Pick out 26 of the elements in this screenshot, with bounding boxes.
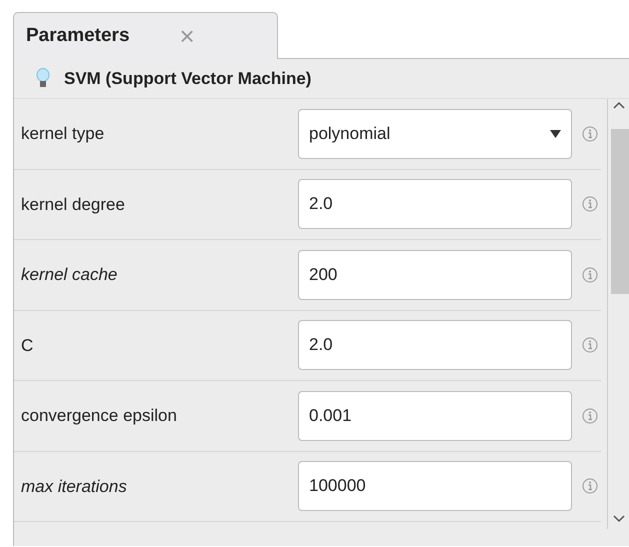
input-field[interactable]: 200 — [298, 250, 572, 300]
scrollbar-thumb[interactable] — [611, 129, 629, 294]
info-icon[interactable] — [582, 196, 598, 212]
info-icon[interactable] — [582, 478, 598, 494]
parameter-label: kernel degree — [21, 194, 126, 216]
parameter-label: C — [21, 334, 34, 356]
input-field[interactable]: 2.0 — [298, 179, 572, 230]
info-icon[interactable] — [582, 126, 598, 142]
parameter-label: kernel type — [21, 123, 106, 145]
info-icon[interactable] — [582, 337, 598, 354]
caret-icon — [550, 130, 561, 138]
tab[interactable]: Parameters × — [13, 12, 278, 59]
parameter-label: max iterations — [21, 476, 128, 498]
lightbulb-icon — [36, 68, 50, 90]
parameter-label: kernel cache — [21, 264, 118, 286]
parameter-label: convergence epsilon — [21, 405, 178, 427]
input-field[interactable]: 100000 — [298, 461, 572, 512]
info-icon[interactable] — [582, 266, 598, 283]
scroll-up-icon[interactable] — [613, 101, 625, 109]
input-field[interactable]: 2.0 — [298, 320, 572, 370]
input-field[interactable]: 0.001 — [298, 390, 572, 441]
scroll-down-icon[interactable] — [613, 515, 625, 523]
dropdown[interactable]: polynomial — [298, 108, 572, 159]
info-icon[interactable] — [582, 408, 598, 424]
scrollbar[interactable] — [607, 99, 629, 529]
operator-title: SVM (Support Vector Machine) — [64, 68, 312, 90]
